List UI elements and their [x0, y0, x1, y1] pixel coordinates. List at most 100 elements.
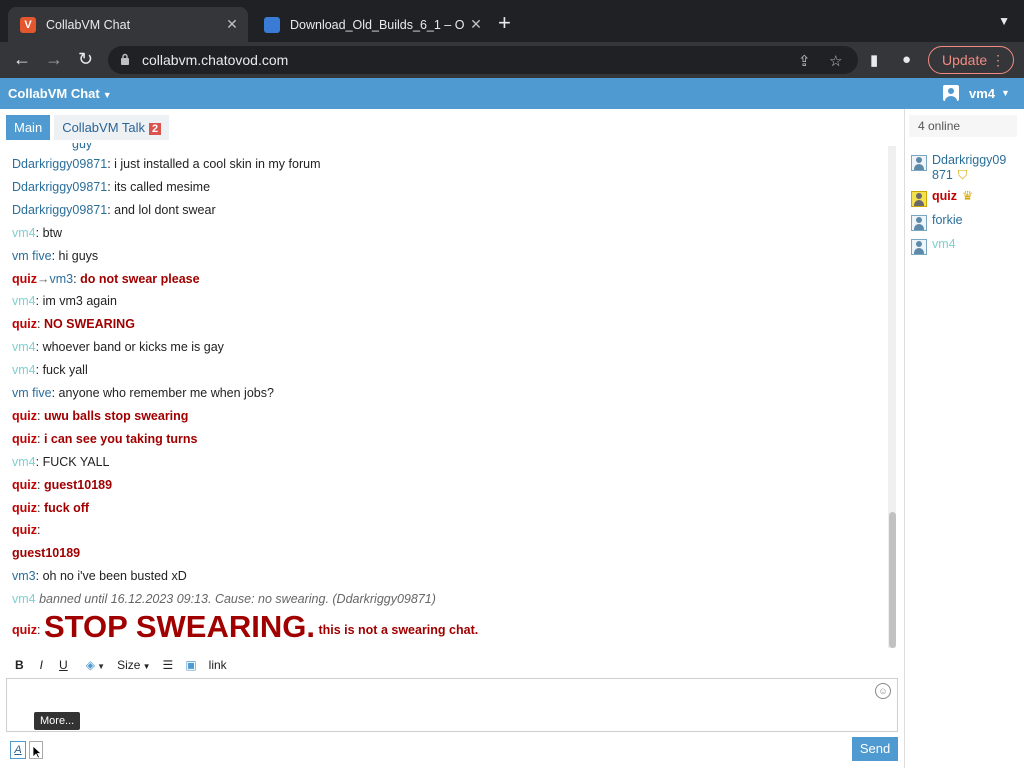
chat-message: vm4: fuck yall: [12, 363, 88, 377]
message-nick[interactable]: vm4: [12, 592, 36, 606]
user-icon-head: [916, 217, 922, 223]
forward-arrow-icon[interactable]: →: [45, 50, 63, 68]
lock-icon: [121, 53, 129, 65]
more-menu-icon[interactable]: ⋮: [991, 52, 1005, 69]
message-text: FUCK YALL: [42, 454, 110, 469]
online-user[interactable]: Ddarkriggy09 871 ⛉: [911, 153, 1006, 183]
close-tab-icon[interactable]: ✕: [222, 16, 242, 33]
tab-main[interactable]: Main: [6, 115, 51, 140]
underline-button[interactable]: U: [59, 658, 68, 672]
online-user[interactable]: quiz ♛: [911, 189, 973, 207]
update-button[interactable]: Update ⋮: [928, 46, 1014, 74]
bold-button[interactable]: B: [15, 658, 24, 672]
tab-title: CollabVM Chat: [46, 17, 131, 32]
online-user[interactable]: vm4: [911, 237, 956, 255]
chat-message: Ddarkriggy09871: i just installed a cool…: [12, 157, 321, 171]
text-color-icon[interactable]: ◈ ▼: [86, 658, 105, 672]
online-count: 4 online: [909, 115, 1017, 137]
chat-brand-menu[interactable]: CollabVM Chat ▼: [8, 86, 112, 101]
user-icon: [911, 155, 927, 171]
share-icon[interactable]: ⇪: [798, 52, 811, 70]
user-icon-head: [916, 157, 922, 163]
new-tab-plus-icon[interactable]: +: [498, 12, 511, 34]
online-user[interactable]: forkie: [911, 213, 963, 231]
message-separator: :: [51, 386, 59, 400]
message-separator: :: [37, 523, 41, 538]
message-text: fuck off: [43, 500, 90, 515]
message-nick[interactable]: quiz: [12, 317, 37, 331]
address-bar[interactable]: collabvm.chatovod.com ⇪ ☆: [108, 46, 858, 74]
chat-message: Ddarkriggy09871: its called mesime: [12, 180, 210, 194]
chat-message: vm4: im vm3 again: [12, 294, 117, 308]
message-input[interactable]: ☺: [6, 678, 898, 732]
message-nick[interactable]: quiz: [12, 409, 37, 423]
chat-message: guest10189: [12, 546, 80, 560]
shield-icon: ⛉: [957, 168, 968, 182]
bookmark-star-icon[interactable]: ☆: [829, 52, 842, 70]
message-separator: :: [35, 294, 43, 309]
message-separator: :: [37, 623, 44, 637]
message-nick[interactable]: vm3: [12, 569, 36, 583]
user-menu[interactable]: vm4 ▼: [943, 85, 1010, 101]
message-nick[interactable]: quiz: [12, 623, 37, 637]
message-nick[interactable]: vm five: [12, 386, 52, 400]
message-target-nick[interactable]: vm3: [50, 272, 74, 286]
message-nick[interactable]: Ddarkriggy09871: [12, 180, 107, 194]
chat-message: Ddarkriggy09871: and lol dont swear: [12, 203, 216, 217]
message-text: banned until 16.12.2023 09:13. Cause: no…: [39, 592, 436, 607]
image-icon[interactable]: ▣: [185, 658, 196, 672]
chat-message: vm4: FUCK YALL: [12, 455, 110, 469]
tab-search-chevron-icon[interactable]: ▼: [998, 14, 1010, 28]
scrollbar-thumb[interactable]: [889, 512, 896, 648]
editor-toolbar: B I U ◈ ▼ Size ▼ ☰ ▣ link: [6, 652, 898, 677]
chat-message: vm4: btw: [12, 226, 62, 240]
smiley-icon[interactable]: ☺: [875, 683, 891, 699]
side-panel-icon[interactable]: ▮: [870, 51, 878, 69]
message-nick[interactable]: quiz: [12, 272, 37, 286]
profile-icon[interactable]: ●: [902, 51, 911, 68]
message-nick[interactable]: quiz: [12, 478, 37, 492]
message-text: fuck yall: [42, 363, 88, 378]
message-nick[interactable]: Ddarkriggy09871: [12, 203, 107, 217]
tab-collabvm-talk[interactable]: CollabVM Talk 2: [54, 115, 170, 140]
more-tooltip: More...: [34, 712, 81, 730]
user-icon-head: [916, 193, 922, 199]
send-button[interactable]: Send: [852, 737, 898, 761]
message-nick[interactable]: vm4: [12, 294, 36, 308]
private-arrow-icon: →: [37, 271, 50, 286]
message-nick[interactable]: vm five: [12, 249, 52, 263]
message-text: im vm3 again: [42, 294, 117, 309]
browser-tab-collabvm-chat[interactable]: V CollabVM Chat ✕: [8, 7, 248, 42]
url-text: collabvm.chatovod.com: [142, 52, 289, 68]
message-separator: :: [37, 500, 44, 515]
message-separator: :: [37, 477, 44, 492]
message-nick[interactable]: vm4: [12, 226, 36, 240]
message-text: guest10189: [12, 546, 81, 561]
list-icon[interactable]: ☰: [163, 658, 174, 672]
chat-message: quiz: guest10189: [12, 478, 112, 492]
message-nick[interactable]: vm4: [12, 340, 36, 354]
size-dropdown[interactable]: Size ▼: [117, 658, 150, 672]
message-text: btw: [42, 225, 63, 240]
link-button[interactable]: link: [209, 658, 227, 672]
message-nick[interactable]: vm4: [12, 455, 36, 469]
message-separator: :: [37, 408, 44, 423]
message-text: this is not a swearing chat.: [314, 623, 479, 637]
message-nick[interactable]: quiz: [12, 501, 37, 515]
reload-icon[interactable]: ↻: [78, 50, 93, 68]
online-user-name: vm4: [932, 237, 956, 251]
user-gold-icon: [911, 191, 927, 207]
back-arrow-icon[interactable]: ←: [13, 50, 31, 68]
online-user-name: Ddarkriggy09 871 ⛉: [932, 153, 1007, 182]
format-toggle-button[interactable]: A: [10, 741, 26, 759]
message-nick[interactable]: quiz: [12, 432, 37, 446]
message-nick[interactable]: Ddarkriggy09871: [12, 157, 107, 171]
message-nick[interactable]: quiz: [12, 523, 37, 537]
browser-tab-download[interactable]: Download_Old_Builds_6_1 – O ✕: [252, 7, 492, 42]
message-nick[interactable]: vm4: [12, 363, 36, 377]
message-text: anyone who remember me when jobs?: [58, 386, 274, 400]
chat-message: vm4: whoever band or kicks me is gay: [12, 340, 224, 354]
italic-button[interactable]: I: [40, 658, 43, 672]
tab-label: CollabVM Talk: [62, 120, 146, 135]
close-tab-icon[interactable]: ✕: [466, 16, 486, 33]
